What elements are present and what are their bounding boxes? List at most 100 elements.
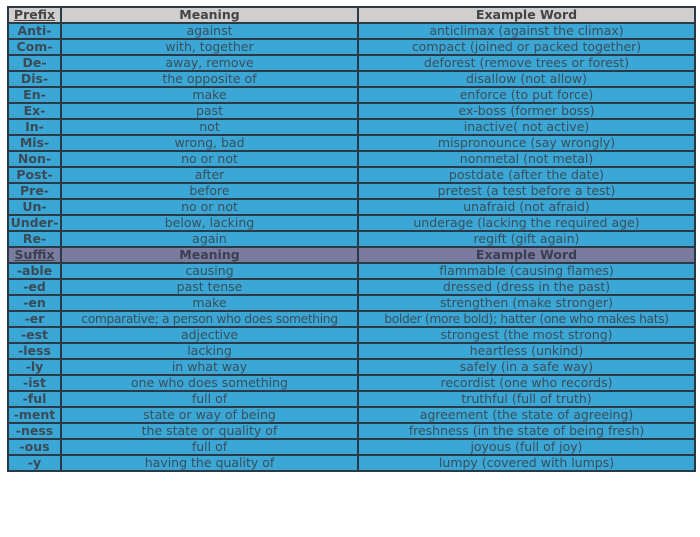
- suffix-example-column-header: Example Word: [357, 246, 696, 264]
- prefix-cell: Under-: [7, 214, 62, 232]
- example-word-cell: postdate (after the date): [357, 166, 696, 184]
- example-word-cell: enforce (to put force): [357, 86, 696, 104]
- prefix-row: Pre-before pretest (a test before a test): [7, 182, 696, 200]
- suffix-cell: -ist: [7, 374, 62, 392]
- meaning-cell: with, together: [60, 38, 359, 56]
- example-word-cell: regift (gift again): [357, 230, 696, 248]
- meaning-cell: state or way of being: [60, 406, 359, 424]
- meaning-cell: no or not: [60, 150, 359, 168]
- suffix-row: -able causing flammable (causing flames): [7, 262, 696, 280]
- meaning-cell: lacking: [60, 342, 359, 360]
- prefix-row: In-not inactive( not active): [7, 118, 696, 136]
- meaning-cell: before: [60, 182, 359, 200]
- prefix-column-header[interactable]: Prefix: [7, 6, 62, 24]
- meaning-cell: the opposite of: [60, 70, 359, 88]
- prefix-row: De-away, remove deforest (remove trees or…: [7, 54, 696, 72]
- example-word-cell: recordist (one who records): [357, 374, 696, 392]
- prefix-cell: Com-: [7, 38, 62, 56]
- example-word-cell: lumpy (covered with lumps): [357, 454, 696, 472]
- example-word-cell: disallow (not allow): [357, 70, 696, 88]
- example-word-cell: unafraid (not afraid): [357, 198, 696, 216]
- prefix-cell: In-: [7, 118, 62, 136]
- suffix-cell: -y: [7, 454, 62, 472]
- meaning-cell: the state or quality of: [60, 422, 359, 440]
- suffix-cell: -ful: [7, 390, 62, 408]
- meaning-cell: below, lacking: [60, 214, 359, 232]
- suffix-row: -ness the state or quality of freshness (i…: [7, 422, 696, 440]
- meaning-cell: past tense: [60, 278, 359, 296]
- prefix-cell: Dis-: [7, 70, 62, 88]
- prefix-cell: Ex-: [7, 102, 62, 120]
- meaning-column-header: Meaning: [60, 6, 359, 24]
- example-word-cell: safely (in a safe way): [357, 358, 696, 376]
- example-word-cell: freshness (in the state of being fresh): [357, 422, 696, 440]
- example-word-cell: joyous (full of joy): [357, 438, 696, 456]
- prefix-cell: Non-: [7, 150, 62, 168]
- example-word-cell: flammable (causing flames): [357, 262, 696, 280]
- suffix-row: -ed past tense dressed (dress in the past): [7, 278, 696, 296]
- prefix-cell: Re-: [7, 230, 62, 248]
- prefix-row: Dis-the opposite of disallow (not allow): [7, 70, 696, 88]
- table-body: Prefix Meaning Example Word Anti-against…: [7, 6, 696, 472]
- meaning-cell: full of: [60, 390, 359, 408]
- prefix-cell: De-: [7, 54, 62, 72]
- prefix-row: En-make enforce (to put force): [7, 86, 696, 104]
- suffix-cell: -able: [7, 262, 62, 280]
- meaning-cell: past: [60, 102, 359, 120]
- prefix-cell: Mis-: [7, 134, 62, 152]
- example-word-cell: heartless (unkind): [357, 342, 696, 360]
- suffix-cell: -en: [7, 294, 62, 312]
- meaning-cell: one who does something: [60, 374, 359, 392]
- meaning-cell: against: [60, 22, 359, 40]
- example-word-cell: pretest (a test before a test): [357, 182, 696, 200]
- prefix-cell: Un-: [7, 198, 62, 216]
- example-word-cell: mispronounce (say wrongly): [357, 134, 696, 152]
- prefix-cell: Anti-: [7, 22, 62, 40]
- suffix-row: -y having the quality of lumpy (covered wi…: [7, 454, 696, 472]
- suffix-row: -ous full of joyous (full of joy): [7, 438, 696, 456]
- prefix-row: Anti-against anticlimax (against the clim…: [7, 22, 696, 40]
- example-word-cell: strengthen (make stronger): [357, 294, 696, 312]
- example-word-cell: underage (lacking the required age): [357, 214, 696, 232]
- prefix-row: Re-again regift (gift again): [7, 230, 696, 248]
- suffix-meaning-column-header: Meaning: [60, 246, 359, 264]
- meaning-cell: again: [60, 230, 359, 248]
- suffix-cell: -est: [7, 326, 62, 344]
- example-word-cell: ex-boss (former boss): [357, 102, 696, 120]
- prefix-row: Under-below, lacking underage (lacking th…: [7, 214, 696, 232]
- example-word-cell: deforest (remove trees or forest): [357, 54, 696, 72]
- suffix-row: -ment state or way of being agreement (the…: [7, 406, 696, 424]
- meaning-cell: away, remove: [60, 54, 359, 72]
- suffix-cell: -ous: [7, 438, 62, 456]
- suffix-column-header[interactable]: Suffix: [7, 246, 62, 264]
- example-word-cell: bolder (more bold); hatter (one who make…: [357, 310, 696, 328]
- example-word-cell: anticlimax (against the climax): [357, 22, 696, 40]
- prefix-row: Ex-past ex-boss (former boss): [7, 102, 696, 120]
- meaning-cell: make: [60, 294, 359, 312]
- suffix-row: -ist one who does something recordist (one…: [7, 374, 696, 392]
- suffix-row: -less lacking heartless (unkind): [7, 342, 696, 360]
- prefix-row: Un-no or not unafraid (not afraid): [7, 198, 696, 216]
- affix-table-container: Prefix Meaning Example Word Anti-against…: [7, 6, 696, 472]
- suffix-row: -er comparative; a person who does someth…: [7, 310, 696, 328]
- prefix-header-row: Prefix Meaning Example Word: [7, 6, 696, 24]
- prefix-row: Com-with, together compact (joined or pac…: [7, 38, 696, 56]
- example-word-cell: nonmetal (not metal): [357, 150, 696, 168]
- prefix-row: Post-after postdate (after the date): [7, 166, 696, 184]
- suffix-cell: -less: [7, 342, 62, 360]
- prefix-cell: Post-: [7, 166, 62, 184]
- meaning-cell: wrong, bad: [60, 134, 359, 152]
- example-word-cell: strongest (the most strong): [357, 326, 696, 344]
- meaning-cell: having the quality of: [60, 454, 359, 472]
- suffix-row: -est adjective strongest (the most strong): [7, 326, 696, 344]
- example-word-cell: compact (joined or packed together): [357, 38, 696, 56]
- meaning-cell: causing: [60, 262, 359, 280]
- meaning-cell: comparative; a person who does something: [60, 310, 359, 328]
- meaning-cell: no or not: [60, 198, 359, 216]
- suffix-row: -ly in what way safely (in a safe way): [7, 358, 696, 376]
- suffix-cell: -er: [7, 310, 62, 328]
- prefix-suffix-table: Prefix Meaning Example Word Anti-against…: [7, 6, 696, 472]
- example-column-header: Example Word: [357, 6, 696, 24]
- prefix-row: Non-no or not nonmetal (not metal): [7, 150, 696, 168]
- suffix-cell: -ly: [7, 358, 62, 376]
